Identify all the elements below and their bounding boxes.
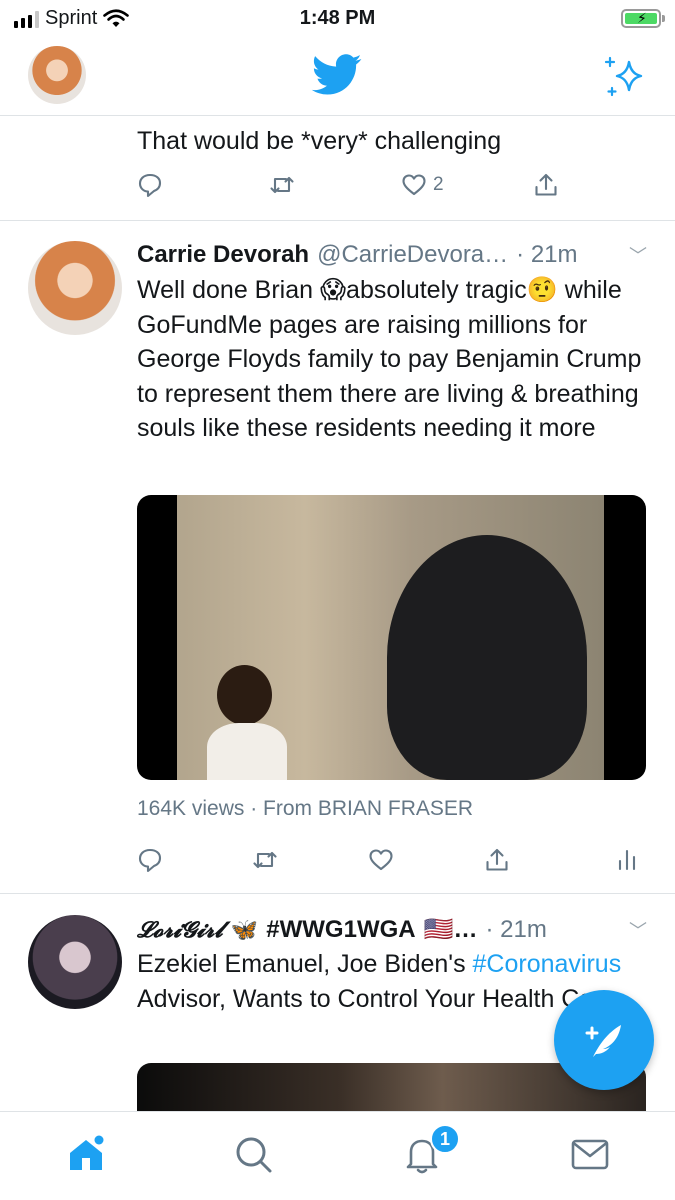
- tweet[interactable]: That would be *very* challenging 2: [0, 116, 675, 221]
- reply-button[interactable]: [137, 172, 269, 198]
- butterfly-emoji: 🦋: [230, 916, 259, 942]
- retweet-button[interactable]: [252, 847, 368, 873]
- hashtag-link[interactable]: #Coronavirus: [473, 950, 622, 978]
- tweet[interactable]: Carrie Devorah @CarrieDevora… · 21m ﹀ We…: [0, 221, 675, 894]
- status-bar: Sprint 1:48 PM ⚡: [0, 0, 675, 38]
- author-handle: @CarrieDevora…: [317, 241, 509, 268]
- sparkle-icon[interactable]: [603, 54, 647, 98]
- search-icon: [236, 1137, 272, 1173]
- scream-emoji: 😱: [319, 276, 347, 304]
- heart-icon: [402, 174, 426, 196]
- twitter-bird-icon: [311, 54, 362, 95]
- profile-avatar-button[interactable]: [28, 46, 86, 104]
- share-button[interactable]: [484, 847, 614, 873]
- chevron-down-icon[interactable]: ﹀: [629, 242, 647, 268]
- tweet-actions: [137, 847, 647, 873]
- tab-messages[interactable]: [568, 1132, 612, 1176]
- bottom-tab-bar: [0, 1111, 675, 1200]
- author-name-tag: #WWG1WGA: [266, 915, 416, 943]
- analytics-icon: [618, 849, 636, 871]
- reply-icon: [138, 173, 162, 198]
- share-icon: [535, 173, 557, 196]
- compose-feather-icon: [585, 1025, 621, 1057]
- notification-badge: 1: [430, 1124, 460, 1154]
- author-name[interactable]: Carrie Devorah: [137, 241, 309, 269]
- clock: 1:48 PM: [299, 7, 376, 29]
- share-button[interactable]: [533, 172, 559, 198]
- chevron-down-icon[interactable]: ﹀: [629, 917, 647, 943]
- reply-button[interactable]: [137, 847, 252, 873]
- tab-search[interactable]: [231, 1132, 275, 1176]
- compose-tweet-button[interactable]: [554, 990, 654, 1090]
- retweet-icon: [270, 176, 294, 194]
- tweet-time: · 21m: [485, 915, 547, 943]
- tweet-header: Carrie Devorah @CarrieDevora… · 21m ﹀: [137, 241, 647, 269]
- author-name[interactable]: 𝓛𝓸𝓻𝓲𝓖𝓲𝓻𝓵: [137, 917, 223, 943]
- share-icon: [486, 848, 508, 871]
- tab-home[interactable]: [64, 1132, 108, 1176]
- tweet-text: That would be *very* challenging: [137, 127, 502, 155]
- top-nav: [0, 38, 675, 116]
- video-views: 164K views · From BRIAN FRASER: [137, 797, 474, 820]
- battery-icon: ⚡: [621, 9, 665, 28]
- heart-icon: [369, 849, 393, 871]
- retweet-button[interactable]: [269, 172, 401, 198]
- reply-icon: [138, 848, 162, 873]
- tweet-time: · 21m: [516, 241, 578, 268]
- tweet-text: Well done Brian 😱absolutely tragic🤨 whil…: [137, 276, 642, 442]
- retweet-icon: [253, 851, 277, 869]
- like-count: 2: [433, 174, 444, 195]
- home-icon: [70, 1135, 104, 1170]
- tweet-header: 𝓛𝓸𝓻𝓲𝓖𝓲𝓻𝓵 🦋 #WWG1WGA 🇺🇸… · 21m ﹀: [137, 915, 647, 944]
- video-player[interactable]: [137, 495, 646, 780]
- like-button[interactable]: [368, 847, 484, 873]
- flag-emoji: 🇺🇸…: [423, 916, 478, 943]
- analytics-button[interactable]: [614, 847, 640, 873]
- tweet-actions: 2: [137, 172, 559, 198]
- raised-eyebrow-emoji: 🤨: [526, 276, 558, 304]
- author-avatar[interactable]: [28, 241, 122, 335]
- author-avatar[interactable]: [28, 915, 122, 1009]
- envelope-icon: [571, 1139, 609, 1170]
- like-button[interactable]: 2: [401, 172, 533, 198]
